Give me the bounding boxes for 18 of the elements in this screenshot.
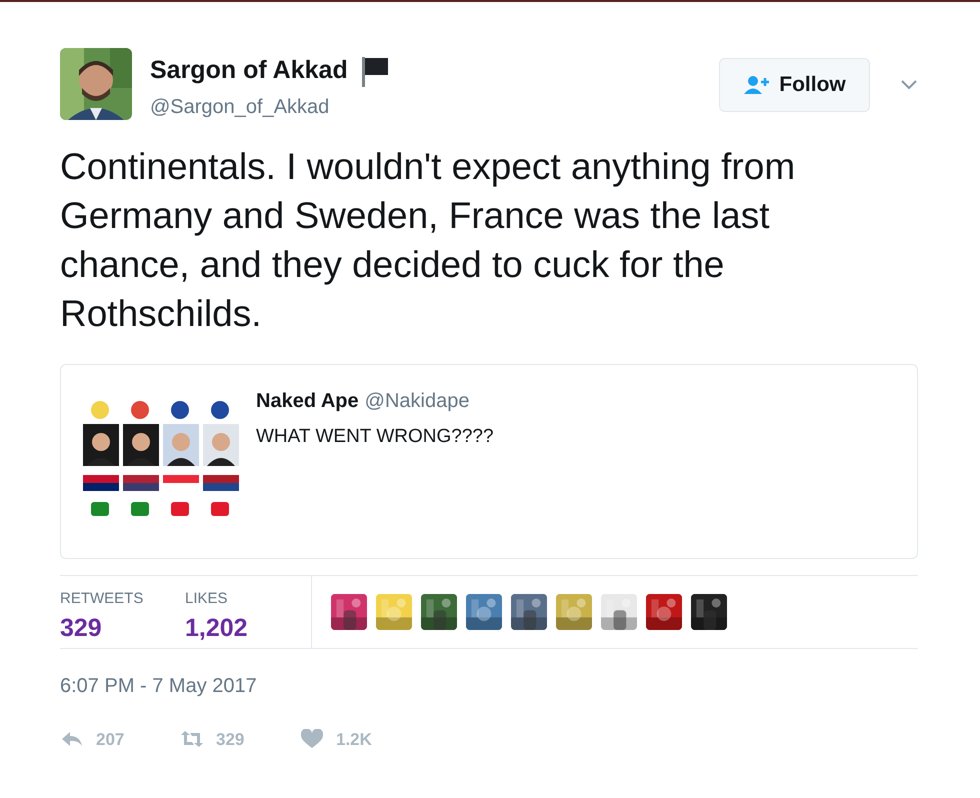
retweet-icon	[180, 729, 204, 750]
chevron-down-icon[interactable]	[900, 79, 918, 91]
stat-value[interactable]: 329	[60, 610, 185, 648]
stat-value[interactable]: 1,202	[185, 610, 310, 648]
follow-button[interactable]: Follow	[719, 58, 870, 112]
quoted-tweet-card[interactable]: Naked Ape @Nakidape WHAT WENT WRONG????	[60, 364, 918, 558]
heart-icon	[300, 729, 324, 750]
stat-label: LIKES	[185, 588, 229, 608]
quoted-author-handle: @Nakidape	[364, 388, 470, 414]
timestamp[interactable]: 6:07 PM - 7 May 2017	[60, 670, 920, 700]
add-user-icon	[743, 75, 772, 95]
quoted-tweet-text: WHAT WENT WRONG????	[256, 424, 494, 448]
flag-icon	[360, 54, 390, 87]
author-handle[interactable]: @Sargon_of_Akkad	[150, 92, 390, 122]
quoted-author-name: Naked Ape	[256, 388, 359, 414]
tweet-text: Continentals. I wouldn't expect anything from Germany and Sweden, France was the last chance, and they decided to cuck for the Rothschilds.	[60, 144, 796, 336]
stat-label: RETWEETS	[60, 588, 144, 608]
author-name[interactable]: Sargon of Akkad	[150, 52, 348, 90]
